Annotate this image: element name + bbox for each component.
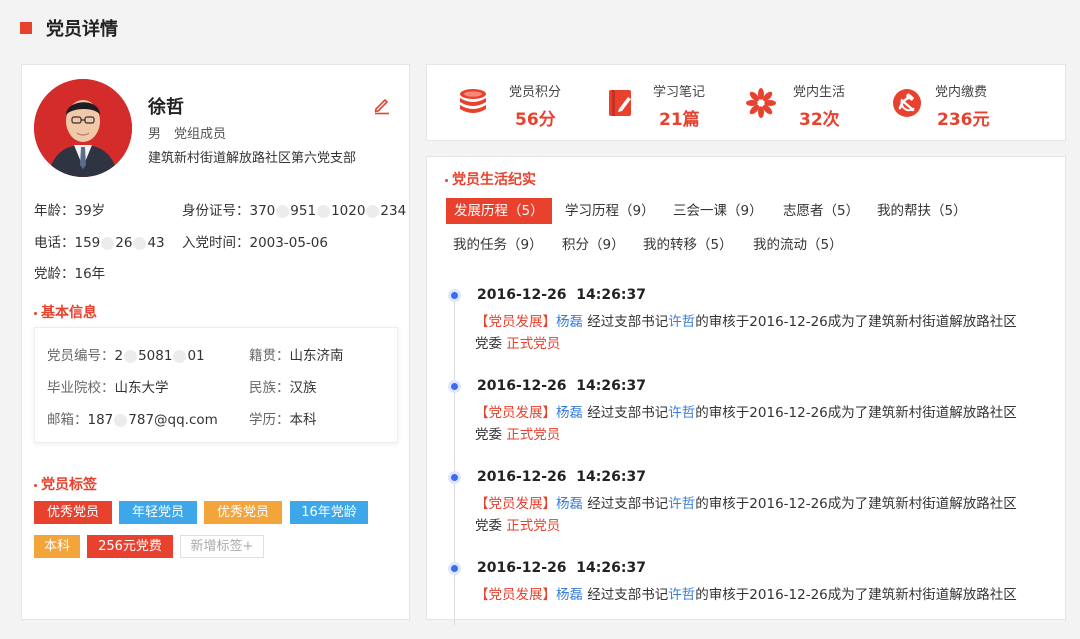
tag-item[interactable]: 年轻党员 (119, 501, 197, 524)
tags-title: 党员标签 (34, 474, 97, 494)
tag-item[interactable]: 256元党费 (87, 535, 173, 558)
tab-development[interactable]: 发展历程（5） (446, 198, 552, 224)
tab-assistance[interactable]: 我的帮扶（5） (877, 198, 967, 224)
stat-label: 学习笔记 (653, 85, 706, 100)
avatar (34, 79, 132, 177)
basic-info-box: 党员编号：2 5081 01 籍贯：山东济南 毕业院校：山东大学 民族：汉族 邮箱：… (34, 327, 398, 443)
record-text: 【党员发展】杨磊 经过支部书记许哲的审核于2016-12-26成为了建筑新村街道… (475, 587, 1017, 603)
member-gender: 男 (148, 127, 162, 142)
tab-meetings[interactable]: 三会一课（9） (673, 198, 763, 224)
native-place-field: 籍贯：山东济南 (249, 348, 344, 364)
party-emblem-icon (893, 89, 921, 117)
basic-info-title: 基本信息 (34, 302, 97, 322)
member-role: 党组成员 (174, 127, 227, 142)
member-name: 徐哲 (148, 97, 184, 118)
school-field: 毕业院校：山东大学 (47, 380, 169, 396)
timeline-dot (448, 289, 461, 302)
header-accent-mark (20, 22, 32, 34)
member-number-field: 党员编号：2 5081 01 (47, 348, 205, 364)
stat-notes[interactable]: 学习笔记 21篇 (605, 65, 735, 142)
stats-card: 党员积分 56分 学习笔记 21篇 党内生活 32次 党内缴费 236元 (426, 64, 1066, 141)
add-tag-button[interactable]: 新增标签+ (180, 535, 264, 558)
record-time: 2016-12-26 14:26:37 (477, 560, 646, 576)
record-time: 2016-12-26 14:26:37 (477, 469, 646, 485)
id-number-field: 身份证号：370 951 1020 234 (182, 203, 407, 219)
stat-label: 党内缴费 (935, 85, 988, 100)
record-text: 【党员发展】杨磊 经过支部书记许哲的审核于2016-12-26成为了建筑新村街道… (475, 314, 1017, 352)
timeline-dot (448, 471, 461, 484)
stat-value: 32次 (799, 110, 840, 130)
tag-item[interactable]: 本科 (34, 535, 80, 558)
stat-dues[interactable]: 党内缴费 236元 (891, 65, 1041, 142)
notebook-icon (609, 90, 631, 116)
timeline-dot (448, 380, 461, 393)
tag-item[interactable]: 16年党龄 (290, 501, 368, 524)
profile-card: 徐哲 男 党组成员 建筑新村街道解放路社区第六党支部 年龄：39岁 身份证号：3… (21, 64, 410, 620)
stat-label: 党内生活 (793, 85, 846, 100)
tag-item[interactable]: 优秀党员 (34, 501, 112, 524)
tab-transfer[interactable]: 我的转移（5） (643, 232, 733, 258)
party-life-title: 党员生活纪实 (445, 169, 536, 189)
stat-value: 56分 (515, 110, 556, 130)
tag-item[interactable]: 优秀党员 (204, 501, 282, 524)
ethnic-field: 民族：汉族 (249, 380, 317, 396)
tab-tasks[interactable]: 我的任务（9） (453, 232, 543, 258)
timeline-line (454, 295, 455, 625)
stat-points[interactable]: 党员积分 56分 (457, 65, 587, 142)
education-field: 学历：本科 (249, 412, 317, 428)
party-age-field: 党龄：16年 (34, 266, 106, 282)
record-text: 【党员发展】杨磊 经过支部书记许哲的审核于2016-12-26成为了建筑新村街道… (475, 405, 1017, 443)
record-time: 2016-12-26 14:26:37 (477, 378, 646, 394)
record-time: 2016-12-26 14:26:37 (477, 287, 646, 303)
page-title: 党员详情 (46, 19, 118, 40)
join-date-field: 入党时间：2003-05-06 (182, 235, 328, 251)
stat-value: 21篇 (659, 110, 700, 130)
edit-icon[interactable] (372, 95, 392, 115)
stat-party-life[interactable]: 党内生活 32次 (745, 65, 885, 142)
timeline-dot (448, 562, 461, 575)
age-field: 年龄：39岁 (34, 203, 106, 219)
tab-volunteer[interactable]: 志愿者（5） (783, 198, 859, 224)
stat-label: 党员积分 (509, 85, 562, 100)
tab-study[interactable]: 学习历程（9） (565, 198, 655, 224)
stat-value: 236元 (937, 110, 990, 130)
coin-stack-icon (460, 89, 486, 113)
record-text: 【党员发展】杨磊 经过支部书记许哲的审核于2016-12-26成为了建筑新村街道… (475, 496, 1017, 534)
phone-field: 电话：159 26 43 (34, 235, 165, 251)
page-header: 党员详情 (20, 16, 118, 40)
tab-points[interactable]: 积分（9） (562, 232, 625, 258)
tab-mobility[interactable]: 我的流动（5） (753, 232, 843, 258)
email-field: 邮箱：187 787@qq.com (47, 412, 218, 428)
flower-icon (746, 88, 776, 118)
member-branch: 建筑新村街道解放路社区第六党支部 (148, 151, 357, 166)
party-life-card: 党员生活纪实 发展历程（5） 学习历程（9） 三会一课（9） 志愿者（5） 我的… (426, 156, 1066, 625)
